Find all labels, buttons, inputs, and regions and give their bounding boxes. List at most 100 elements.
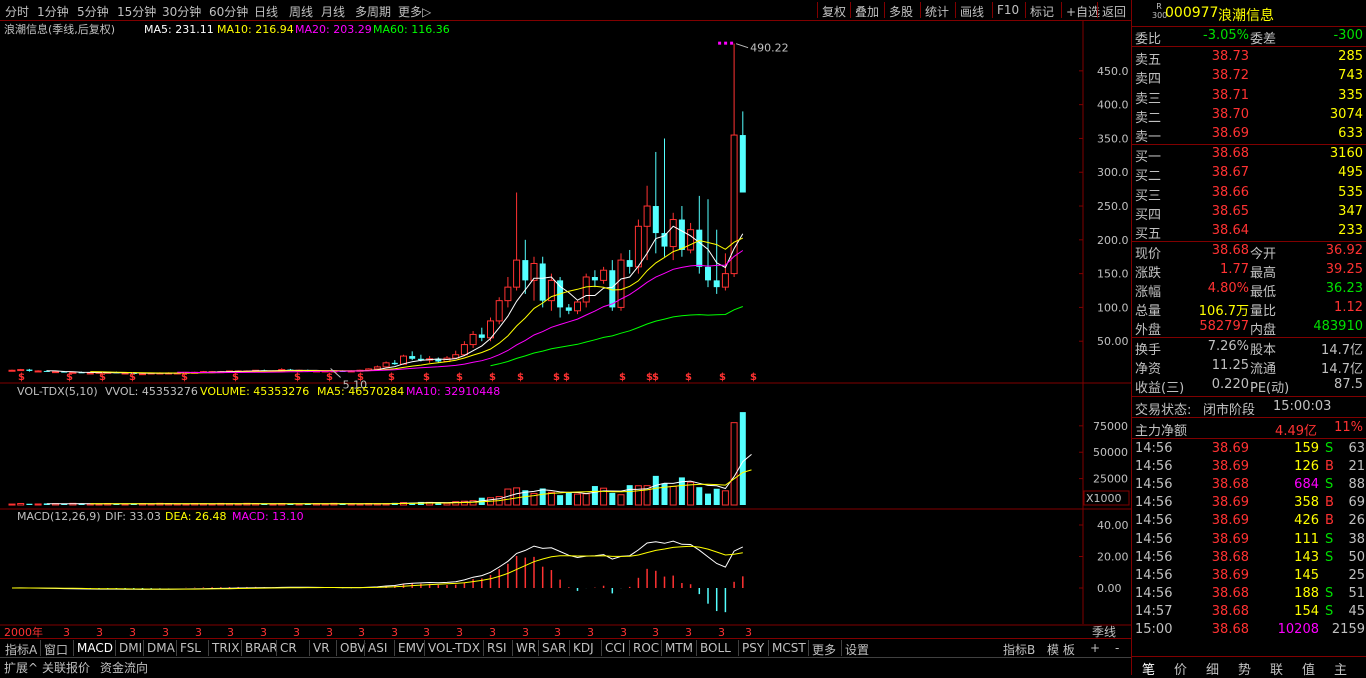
indicator-tab-14[interactable]: RSI xyxy=(487,641,507,655)
tab-separator xyxy=(841,640,842,656)
indicator-tab-5[interactable]: FSL xyxy=(180,641,201,655)
bid-row: 买一 38.68 3160 xyxy=(1132,145,1366,165)
indicator-tab-18[interactable]: CCI xyxy=(605,641,625,655)
indicator-tab-23[interactable]: MCST xyxy=(772,641,806,655)
dividend-marker: $ xyxy=(423,372,430,383)
toolbar-separator xyxy=(850,2,851,18)
indicator-tab-20[interactable]: MTM xyxy=(665,641,693,655)
indicator-tab-2[interactable]: MACD xyxy=(77,641,113,655)
template-button-0[interactable]: 指标B xyxy=(1003,641,1035,658)
volume-bar xyxy=(739,412,746,505)
template-button-3[interactable]: - xyxy=(1115,641,1119,655)
volume-bar xyxy=(634,485,642,506)
period-tab-2[interactable]: 5分钟 xyxy=(77,3,109,20)
ask-price: 38.73 xyxy=(1211,49,1249,64)
toolbar-button-8[interactable]: 返回 xyxy=(1102,3,1126,20)
indicator-tab-3[interactable]: DMI xyxy=(119,641,142,655)
template-button-1[interactable]: 模 板 xyxy=(1047,641,1075,658)
toolbar-button-1[interactable]: 叠加 xyxy=(855,3,879,20)
indicator-tab-9[interactable]: VR xyxy=(313,641,330,655)
stat2-value: 0.220 xyxy=(1211,377,1249,392)
volume-bar xyxy=(696,487,703,505)
vol-legend-0: VOL-TDX(5,10) xyxy=(17,385,98,398)
volume-bar xyxy=(17,502,25,506)
toolbar-button-3[interactable]: 统计 xyxy=(925,3,949,20)
indicator-tab-11[interactable]: ASI xyxy=(368,641,387,655)
period-tab-10[interactable]: 更多▷ xyxy=(398,3,431,20)
tick-volume: 358 xyxy=(1294,495,1319,511)
period-tab-8[interactable]: 月线 xyxy=(321,3,345,20)
indicator-tab-6[interactable]: TRIX xyxy=(212,641,239,655)
period-tab-1[interactable]: 1分钟 xyxy=(37,3,69,20)
quote-tab-6[interactable]: 主 xyxy=(1334,659,1347,678)
toolbar-button-5[interactable]: F10 xyxy=(997,3,1019,17)
tick-price: 38.69 xyxy=(1211,495,1249,511)
indicator-tab-10[interactable]: OBV xyxy=(340,641,366,655)
toolbar-button-0[interactable]: 复权 xyxy=(822,3,846,20)
indicator-tab-17[interactable]: KDJ xyxy=(573,641,594,655)
quote-tab-1[interactable]: 价 xyxy=(1174,659,1187,678)
indicator-tab-0[interactable]: 指标A xyxy=(5,641,37,658)
stat-value: 483910 xyxy=(1313,319,1363,334)
tick-time: 14:56 xyxy=(1135,585,1173,601)
period-tab-9[interactable]: 多周期 xyxy=(355,3,391,20)
candle-body xyxy=(626,260,633,267)
period-tab-7[interactable]: 周线 xyxy=(289,3,313,20)
indicator-tab-8[interactable]: CR xyxy=(280,641,297,655)
chart-svg[interactable]: 450.0 400.0 350.0 300.0 250.0 200.0 150.0 100.0… xyxy=(0,20,1131,654)
vol-tick-label: 25000 xyxy=(1093,473,1128,486)
indicator-tab-12[interactable]: EMV xyxy=(398,641,424,655)
template-button-2[interactable]: + xyxy=(1090,641,1100,655)
dividend-marker: $ xyxy=(619,372,626,383)
period-tab-4[interactable]: 30分钟 xyxy=(162,3,201,20)
indicator-tab-4[interactable]: DMA xyxy=(147,641,175,655)
weibi-row: 委比 -3.05% 委差 -300 xyxy=(1132,27,1366,47)
macd-legend-1: DIF: 33.03 xyxy=(105,510,161,523)
chart-area[interactable]: 450.0 400.0 350.0 300.0 250.0 200.0 150.0 100.0… xyxy=(0,20,1131,654)
quote-tab-4[interactable]: 联 xyxy=(1270,659,1283,678)
indicator-tab-16[interactable]: SAR xyxy=(542,641,566,655)
candle-body xyxy=(460,344,468,356)
indicator-tab-1[interactable]: 窗口 xyxy=(44,641,68,658)
main-net-value: 4.49亿 xyxy=(1275,424,1317,439)
volume-bar xyxy=(582,493,590,506)
indicator-tab-7[interactable]: BRAR xyxy=(245,641,278,655)
tick-time: 14:56 xyxy=(1135,549,1173,565)
period-tab-6[interactable]: 日线 xyxy=(254,3,278,20)
indicator-tab-24[interactable]: 更多 xyxy=(812,641,836,658)
tab-separator xyxy=(512,640,513,656)
macd-legend-3: MACD: 13.10 xyxy=(232,510,304,523)
vol-legend-1: VVOL: 45353276 xyxy=(105,385,198,398)
toolbar-button-2[interactable]: 多股 xyxy=(889,3,913,20)
toolbar-button-6[interactable]: 标记 xyxy=(1030,3,1054,20)
toolbar-separator xyxy=(884,2,885,18)
bid-volume: 347 xyxy=(1338,203,1363,219)
period-tab-3[interactable]: 15分钟 xyxy=(117,3,156,20)
toolbar-button-4[interactable]: 画线 xyxy=(960,3,984,20)
tick-time: 14:56 xyxy=(1135,477,1173,493)
ext-tab-1[interactable]: 关联报价 xyxy=(42,659,90,676)
indicator-tab-25[interactable]: 设置 xyxy=(845,641,869,658)
quote-tab-2[interactable]: 细 xyxy=(1206,659,1219,678)
quote-tab-3[interactable]: 势 xyxy=(1238,659,1251,678)
toolbar-button-7[interactable]: +自选 xyxy=(1066,3,1100,20)
ext-tab-0[interactable]: 扩展^ xyxy=(4,659,38,676)
period-tab-5[interactable]: 60分钟 xyxy=(209,3,248,20)
indicator-tab-15[interactable]: WR xyxy=(516,641,536,655)
quote-header: R 300 000977 浪潮信息 xyxy=(1132,2,1366,24)
period-tab-0[interactable]: 分时 xyxy=(5,3,29,20)
quote-tab-0[interactable]: 笔 xyxy=(1142,659,1155,678)
tab-separator xyxy=(738,640,739,656)
ext-tab-2[interactable]: 资金流向 xyxy=(100,659,148,676)
indicator-tab-21[interactable]: BOLL xyxy=(700,641,731,655)
indicator-tab-13[interactable]: VOL-TDX xyxy=(428,641,480,655)
quote-tab-5[interactable]: 值 xyxy=(1302,659,1315,678)
indicator-tab-22[interactable]: PSY xyxy=(742,641,764,655)
tick-time: 14:56 xyxy=(1135,531,1173,547)
marker-dot xyxy=(724,41,728,45)
indicator-tab-19[interactable]: ROC xyxy=(633,641,659,655)
tick-row: 14:56 38.68 188 S 51 xyxy=(1132,585,1366,604)
stat-label: 最低 xyxy=(1250,285,1277,300)
price-tick-label: 450.0 xyxy=(1097,65,1129,78)
ma60-line xyxy=(490,306,743,367)
